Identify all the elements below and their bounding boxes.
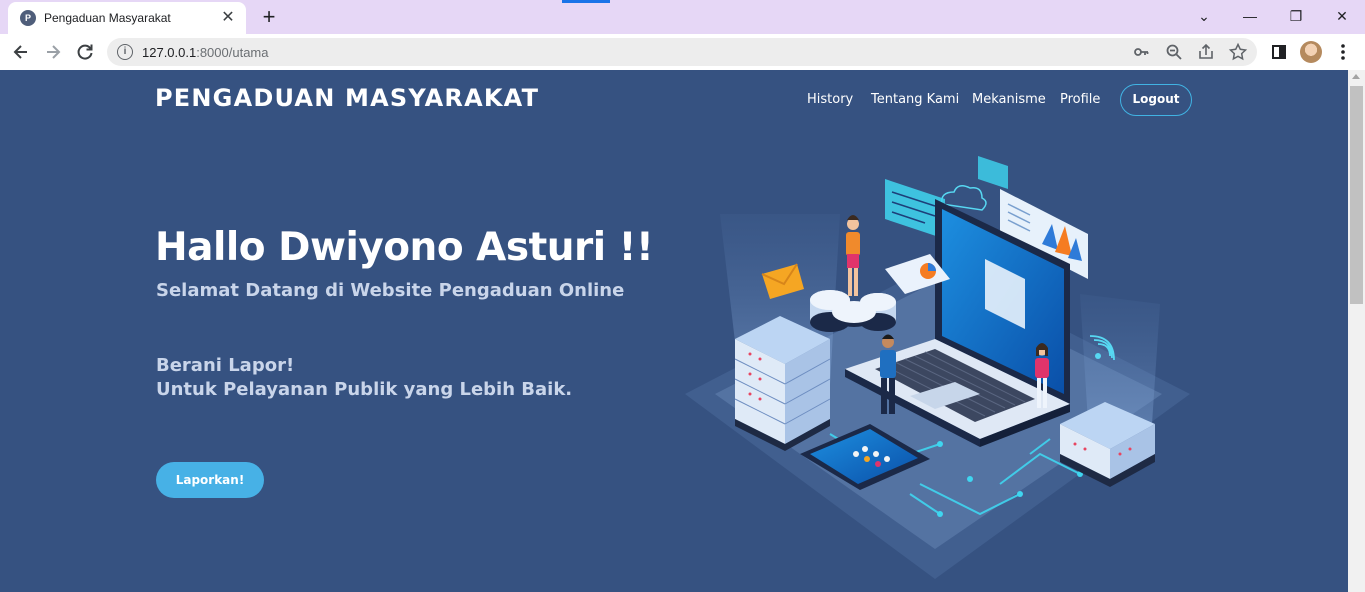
url-path: :8000/utama xyxy=(196,45,269,60)
avatar[interactable] xyxy=(1300,41,1322,63)
url-text: 127.0.0.1:8000/utama xyxy=(142,45,269,60)
scroll-up-icon[interactable] xyxy=(1352,74,1360,79)
favicon-icon: P xyxy=(20,10,36,26)
browser-toolbar: i 127.0.0.1:8000/utama xyxy=(0,34,1365,70)
hero-illustration xyxy=(685,156,1190,579)
nav-history[interactable]: History xyxy=(807,92,853,107)
laporkan-button[interactable]: Laporkan! xyxy=(156,462,264,498)
site-brand[interactable]: PENGADUAN MASYARAKAT xyxy=(155,84,539,112)
hero-title: Hallo Dwiyono Asturi !! xyxy=(155,225,654,270)
forward-icon[interactable] xyxy=(40,39,66,65)
sidepanel-icon[interactable] xyxy=(1266,39,1292,65)
nav-profile[interactable]: Profile xyxy=(1060,92,1100,107)
tab-title: Pengaduan Masyarakat xyxy=(44,11,171,25)
new-tab-button[interactable]: + xyxy=(256,4,282,30)
tab-strip: P Pengaduan Masyarakat ✕ + ⌄ — ❐ ✕ xyxy=(0,0,1365,34)
scroll-thumb[interactable] xyxy=(1350,86,1363,304)
zoom-icon[interactable] xyxy=(1164,42,1184,62)
tab-search-button[interactable]: ⌄ xyxy=(1189,4,1219,28)
vertical-scrollbar[interactable] xyxy=(1348,70,1365,592)
back-icon[interactable] xyxy=(8,39,34,65)
key-icon[interactable] xyxy=(1131,42,1151,62)
share-icon[interactable] xyxy=(1196,42,1216,62)
restore-button[interactable]: ❐ xyxy=(1281,4,1311,28)
tab-strip-indicator xyxy=(562,0,610,3)
nav-mekanisme[interactable]: Mekanisme xyxy=(972,92,1046,107)
nav-tentang-kami[interactable]: Tentang Kami xyxy=(871,92,959,107)
logout-button[interactable]: Logout xyxy=(1120,84,1192,116)
close-window-button[interactable]: ✕ xyxy=(1327,4,1357,28)
hero-tagline-2: Untuk Pelayanan Publik yang Lebih Baik. xyxy=(156,379,573,400)
star-icon[interactable] xyxy=(1228,42,1248,62)
hero-subtitle: Selamat Datang di Website Pengaduan Onli… xyxy=(156,280,625,301)
address-bar[interactable]: i 127.0.0.1:8000/utama xyxy=(107,38,1257,66)
hero-tagline-1: Berani Lapor! xyxy=(156,355,295,376)
minimize-button[interactable]: — xyxy=(1235,4,1265,28)
reload-icon[interactable] xyxy=(72,39,98,65)
tab-close-icon[interactable]: ✕ xyxy=(218,8,238,28)
page-viewport: PENGADUAN MASYARAKAT History Tentang Kam… xyxy=(0,70,1348,592)
menu-icon[interactable] xyxy=(1330,39,1356,65)
info-icon[interactable]: i xyxy=(117,44,133,60)
url-host: 127.0.0.1 xyxy=(142,45,197,60)
browser-tab[interactable]: P Pengaduan Masyarakat ✕ xyxy=(8,2,246,34)
